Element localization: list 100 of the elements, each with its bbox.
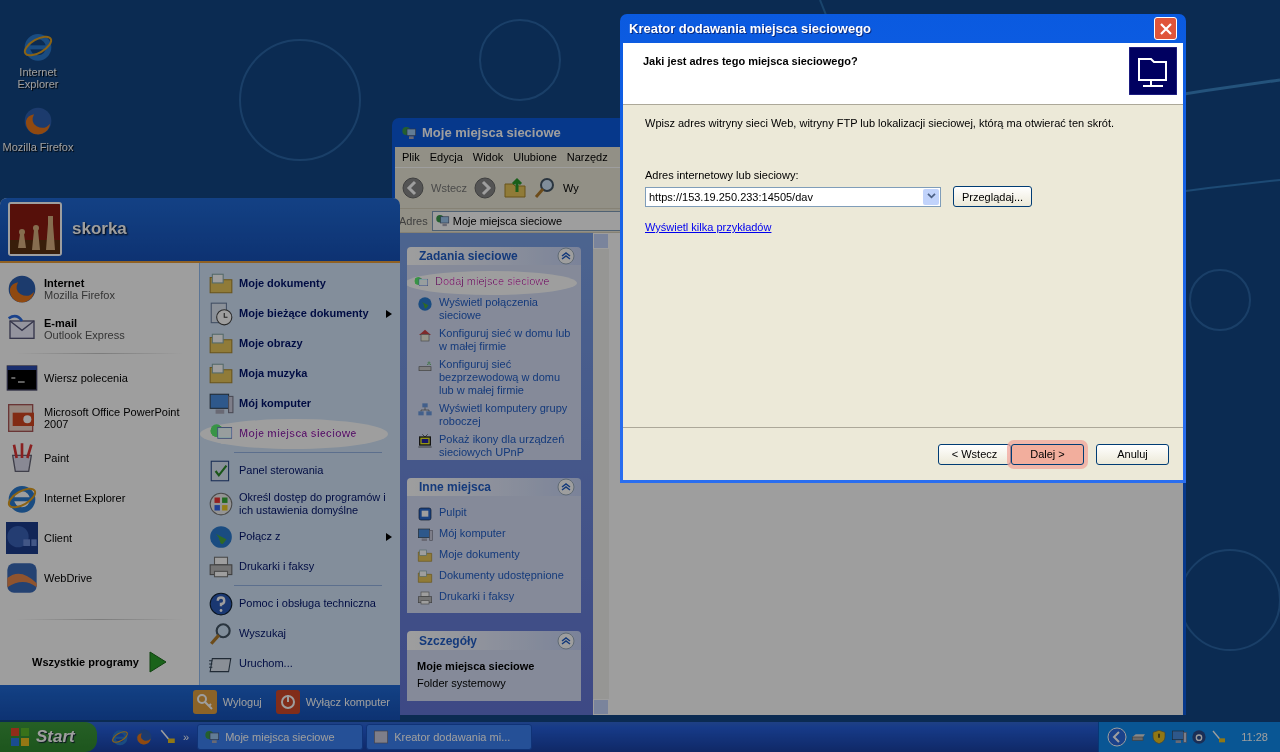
task-link[interactable]: Moje dokumenty	[417, 548, 573, 565]
back-button-label[interactable]: Wstecz	[431, 182, 468, 194]
show-hidden-icons-icon[interactable]	[1107, 727, 1128, 747]
network-folder-icon	[1129, 47, 1177, 95]
places-item[interactable]: Mój komputer	[200, 388, 400, 419]
places-item[interactable]: Pomoc i obsługa techniczna	[200, 588, 400, 619]
submenu-arrow-icon	[386, 532, 392, 541]
globe-monitor-icon	[204, 729, 221, 745]
search-button-label[interactable]: Wy	[563, 182, 579, 194]
window-title: Moje miejsca sieciowe	[422, 125, 561, 140]
shield-icon	[1151, 729, 1168, 745]
address-combo-box[interactable]: https://153.19.250.233:14505/dav	[645, 186, 941, 207]
tv-icon	[417, 433, 433, 449]
play-arrow-icon	[149, 650, 167, 673]
collapse-icon[interactable]	[557, 631, 575, 650]
task-link[interactable]: Konfiguruj sieć w domu lub w małej firmie	[417, 327, 573, 353]
wizard-button[interactable]: Anuluj	[1096, 443, 1169, 465]
program-item[interactable]: Wiersz polecenia	[0, 357, 199, 398]
wireless-router-icon	[417, 358, 433, 374]
address-label: Adres	[399, 214, 428, 227]
desktop-icon-label[interactable]: Internet Explorer	[0, 66, 76, 90]
places-item[interactable]: Połącz z	[200, 521, 400, 552]
windows-flag-icon	[10, 727, 30, 747]
log-off-button[interactable]: Wyloguj	[192, 690, 262, 715]
scrollbar[interactable]	[593, 233, 609, 715]
task-link[interactable]: Drukarki i faksy	[417, 590, 573, 607]
places-item[interactable]: Moje bieżące dokumenty	[200, 298, 400, 329]
folder-up-icon	[503, 176, 528, 200]
places-item[interactable]: Panel sterowania	[200, 455, 400, 486]
pinned-program[interactable]: E-mail Outlook Express	[0, 308, 199, 349]
clock-icon	[208, 300, 234, 327]
search-icon	[208, 620, 234, 647]
folder-icon	[417, 569, 433, 586]
details-description: Folder systemowy	[417, 677, 507, 689]
more-chevron[interactable]: »	[183, 731, 190, 743]
window-grid-icon	[6, 521, 38, 554]
dialog-title: Kreator dodawania miejsca sieciowego	[629, 21, 873, 36]
shut-down-button[interactable]: Wyłącz komputer	[275, 690, 390, 715]
browse-button[interactable]: Przeglądaj...	[953, 186, 1033, 207]
dropdown-icon	[926, 193, 936, 200]
submenu-arrow-icon	[386, 309, 392, 318]
collapse-icon[interactable]	[557, 478, 575, 497]
pinned-program[interactable]: Internet Mozilla Firefox	[0, 268, 199, 309]
places-item[interactable]: Wyszukaj	[200, 618, 400, 649]
clock: 11:28	[1241, 731, 1268, 743]
task-link[interactable]: Wyświetl komputery grupy roboczej	[417, 402, 573, 428]
panel-title: Szczegóły	[419, 633, 478, 648]
program-item[interactable]: WebDrive	[0, 557, 199, 598]
menu-item[interactable]: Edycja	[424, 151, 468, 163]
all-programs-item[interactable]: Wszystkie programy	[0, 644, 199, 679]
panel-title: Inne miejsca	[419, 480, 492, 495]
key-icon	[192, 690, 217, 715]
menu-item[interactable]: Widok	[467, 151, 509, 163]
menu-item[interactable]: Ulubione	[508, 151, 562, 163]
desktop-icon-label[interactable]: Mozilla Firefox	[2, 141, 74, 153]
taskbar-button[interactable]: Moje miejsca sieciowe	[197, 724, 364, 750]
places-item[interactable]: Moje miejsca sieciowe	[200, 418, 388, 449]
close-icon	[1159, 22, 1172, 35]
details-name: Moje miejsca sieciowe	[417, 660, 536, 672]
task-link[interactable]: Pulpit	[417, 506, 573, 523]
menu-item[interactable]: Plik	[397, 151, 425, 163]
program-item[interactable]: Internet Explorer	[0, 477, 199, 518]
monitor-icon	[1171, 729, 1188, 745]
places-item[interactable]: Uruchom...	[200, 648, 400, 679]
application-icon	[373, 729, 390, 745]
menu-item[interactable]: Narzędz	[561, 151, 613, 163]
chess-avatar-icon	[8, 202, 62, 257]
task-link[interactable]: Wyświetl połączenia sieciowe	[417, 296, 573, 322]
program-item[interactable]: Client	[0, 517, 199, 558]
task-link[interactable]: Pokaż ikony dla urządzeń sieciowych UPnP	[417, 433, 573, 459]
windows-logo-icon	[208, 490, 234, 517]
program-item[interactable]: Paint	[0, 437, 199, 478]
task-link[interactable]: Dokumenty udostępnione	[417, 569, 573, 586]
task-link[interactable]: Konfiguruj sieć bezprzewodową w domu lub w małej firmie	[417, 358, 573, 397]
fox-globe-icon	[135, 728, 153, 746]
power-icon	[275, 690, 300, 715]
globe-icon	[417, 296, 433, 312]
rounded-tile-icon	[6, 561, 38, 594]
desktop-icon	[417, 506, 433, 523]
task-link[interactable]: Dodaj miejsce sieciowe	[407, 271, 577, 295]
close-button[interactable]	[1154, 17, 1177, 40]
house-icon	[417, 327, 433, 343]
instruction-text: Wpisz adres witryny sieci Web, witryny FTP lub lokalizacji sieciowej, którą ma otwierać ten skrót.	[645, 117, 1116, 129]
question-icon	[208, 590, 234, 617]
examples-link[interactable]: Wyświetl kilka przykładów	[645, 221, 772, 233]
e-logo-icon	[111, 728, 129, 746]
program-item[interactable]: Microsoft Office PowerPoint 2007	[0, 397, 199, 438]
places-item[interactable]: Moje dokumenty	[200, 268, 400, 299]
places-item[interactable]: Moje obrazy	[200, 328, 400, 359]
places-item[interactable]: Określ dostęp do programów i ich ustawienia domyślne	[200, 485, 400, 522]
globe-icon	[208, 523, 234, 550]
places-item[interactable]: Drukarki i faksy	[200, 551, 400, 582]
start-button[interactable]: Start	[0, 722, 97, 752]
user-name: skorka	[72, 219, 127, 240]
folder-icon	[417, 548, 433, 565]
taskbar-button[interactable]: Kreator dodawania mi...	[366, 724, 533, 750]
places-item[interactable]: Moja muzyka	[200, 358, 400, 389]
task-link[interactable]: Mój komputer	[417, 527, 573, 544]
collapse-icon[interactable]	[557, 247, 575, 265]
globe-monitor-icon	[434, 213, 450, 228]
